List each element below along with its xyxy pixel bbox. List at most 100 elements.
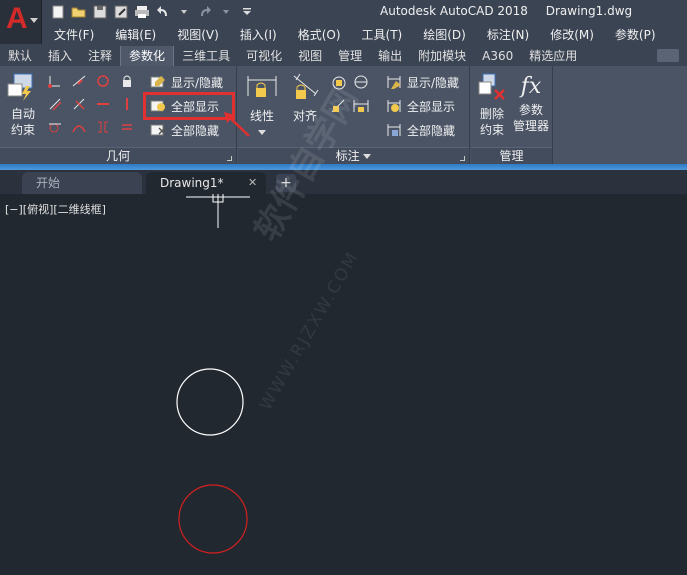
tab-parametric[interactable]: 参数化 bbox=[120, 46, 175, 66]
dimension-show-hide-button[interactable]: 显示/隐藏 bbox=[386, 72, 459, 92]
tab-drawing1[interactable]: Drawing1* ✕ bbox=[146, 172, 266, 194]
dimension-show-hide-label: 显示/隐藏 bbox=[407, 75, 460, 90]
file-tab-bar: 开始 Drawing1* ✕ + bbox=[0, 170, 687, 194]
redo-dropdown-icon[interactable] bbox=[218, 4, 234, 20]
undo-dropdown-icon[interactable] bbox=[176, 4, 192, 20]
diameter-dimension-icon[interactable] bbox=[352, 74, 370, 90]
geometry-show-hide-button[interactable]: 显示/隐藏 bbox=[150, 72, 223, 92]
geometry-hide-all-label: 全部隐藏 bbox=[171, 123, 220, 138]
crosshair-cursor bbox=[186, 194, 250, 228]
dimension-show-all-button[interactable]: 全部显示 bbox=[386, 96, 455, 116]
geometry-hide-all-button[interactable]: 全部隐藏 bbox=[150, 120, 219, 140]
menu-insert[interactable]: 插入(I) bbox=[228, 25, 286, 45]
tab-addins[interactable]: 附加模块 bbox=[410, 46, 474, 66]
smooth-icon[interactable] bbox=[72, 120, 86, 134]
undo-icon[interactable] bbox=[155, 4, 171, 20]
menu-bar: 文件(F) 编辑(E) 视图(V) 插入(I) 格式(O) 工具(T) 绘图(D… bbox=[42, 25, 665, 45]
menu-tools[interactable]: 工具(T) bbox=[350, 25, 412, 45]
redo-icon[interactable] bbox=[197, 4, 213, 20]
menu-view[interactable]: 视图(V) bbox=[165, 25, 228, 45]
tab-featured-apps[interactable]: 精选应用 bbox=[521, 46, 585, 66]
menu-edit[interactable]: 编辑(E) bbox=[103, 25, 165, 45]
menu-dimension[interactable]: 标注(N) bbox=[475, 25, 538, 45]
symmetric-icon[interactable] bbox=[96, 120, 110, 134]
drawing-canvas[interactable]: [−][俯视][二维线框] 软件自学网 WWW.RJZXW.COM bbox=[0, 81, 687, 575]
equal-icon[interactable] bbox=[120, 120, 134, 134]
dim-show-all-icon bbox=[387, 100, 401, 112]
collinear-icon[interactable] bbox=[72, 74, 86, 88]
title-bar: A Autodesk AutoCAD 2018 Drawing1.dwg 文件(… bbox=[0, 0, 687, 46]
print-icon[interactable] bbox=[134, 4, 150, 20]
delete-constraints-button[interactable]: 删除 约束 bbox=[475, 72, 509, 138]
document-title: Drawing1.dwg bbox=[545, 4, 633, 18]
hide-all-icon bbox=[150, 124, 166, 136]
close-icon[interactable]: ✕ bbox=[248, 172, 257, 194]
auto-constrain-label-1: 自动 bbox=[10, 107, 35, 121]
delete-label-1: 删除 bbox=[479, 107, 504, 121]
tangent-icon[interactable] bbox=[48, 120, 62, 134]
params-label-1: 参数 bbox=[518, 103, 543, 117]
vertical-icon[interactable] bbox=[120, 97, 134, 111]
red-circle[interactable] bbox=[178, 484, 248, 554]
dim-hide-all-icon bbox=[387, 124, 401, 136]
tab-a360[interactable]: A360 bbox=[474, 46, 521, 66]
ribbon-tab-bar: 默认 插入 注释 参数化 三维工具 可视化 视图 管理 输出 附加模块 A360… bbox=[0, 46, 687, 66]
dimension-panel-title[interactable]: 标注 bbox=[238, 147, 469, 164]
params-label-2: 管理器 bbox=[512, 119, 549, 133]
tab-drawing-label: Drawing1* bbox=[160, 176, 224, 190]
fx-icon: fx bbox=[520, 74, 542, 99]
geometry-panel-title[interactable]: 几何 bbox=[0, 147, 236, 164]
save-icon[interactable] bbox=[92, 4, 108, 20]
dimension-panel-title-text: 标注 bbox=[335, 149, 360, 163]
tab-view[interactable]: 视图 bbox=[290, 46, 330, 66]
concentric-icon[interactable] bbox=[96, 74, 110, 88]
app-title: Autodesk AutoCAD 2018 bbox=[380, 4, 528, 18]
horizontal-icon[interactable] bbox=[96, 97, 110, 111]
menu-parametric[interactable]: 参数(P) bbox=[603, 25, 665, 45]
menu-modify[interactable]: 修改(M) bbox=[538, 25, 603, 45]
tab-start[interactable]: 开始 bbox=[22, 172, 142, 194]
tab-manage[interactable]: 管理 bbox=[330, 46, 370, 66]
tab-default[interactable]: 默认 bbox=[0, 46, 40, 66]
open-folder-icon[interactable] bbox=[71, 4, 87, 20]
geometry-panel-title-text: 几何 bbox=[105, 149, 130, 163]
customize-qat-icon[interactable] bbox=[239, 4, 255, 20]
tab-insert[interactable]: 插入 bbox=[40, 46, 80, 66]
parameters-manager-button[interactable]: fx 参数 管理器 bbox=[511, 72, 551, 134]
tab-visualize[interactable]: 可视化 bbox=[238, 46, 290, 66]
autocad-logo-icon: A bbox=[6, 2, 28, 35]
ribbon-minimize-toggle[interactable] bbox=[657, 49, 679, 62]
tab-3d-tools[interactable]: 三维工具 bbox=[174, 46, 238, 66]
delete-label-2: 约束 bbox=[479, 123, 504, 137]
dim-show-hide-icon bbox=[387, 76, 401, 89]
auto-constrain-label-2: 约束 bbox=[10, 123, 35, 137]
parallel-icon[interactable] bbox=[48, 97, 62, 111]
menu-format[interactable]: 格式(O) bbox=[286, 25, 350, 45]
tab-output[interactable]: 输出 bbox=[370, 46, 410, 66]
window-title: Autodesk AutoCAD 2018 Drawing1.dwg bbox=[380, 4, 646, 18]
menu-draw[interactable]: 绘图(D) bbox=[411, 25, 475, 45]
manage-panel-title-text: 管理 bbox=[499, 149, 524, 163]
linear-dimension-icon bbox=[247, 76, 277, 97]
drawing-area-svg bbox=[176, 194, 250, 554]
auto-constrain-button[interactable]: 自动 约束 bbox=[4, 72, 42, 138]
panel-launcher-icon[interactable] bbox=[227, 156, 232, 161]
tab-annotate[interactable]: 注释 bbox=[80, 46, 120, 66]
coincident-icon[interactable] bbox=[48, 74, 62, 88]
dimension-show-all-label: 全部显示 bbox=[407, 99, 456, 114]
linear-dropdown-icon[interactable] bbox=[258, 130, 266, 136]
save-as-icon[interactable] bbox=[113, 4, 129, 20]
white-circle[interactable] bbox=[176, 368, 244, 436]
highlight-arrow-icon bbox=[224, 112, 250, 137]
menu-file[interactable]: 文件(F) bbox=[42, 25, 103, 45]
new-file-icon[interactable] bbox=[50, 4, 66, 20]
geometry-show-hide-label: 显示/隐藏 bbox=[171, 75, 224, 90]
application-menu-button[interactable]: A bbox=[0, 0, 42, 44]
dimension-panel-dropdown-icon[interactable] bbox=[363, 154, 372, 160]
dimension-panel-launcher-icon[interactable] bbox=[460, 156, 465, 161]
chevron-down-icon bbox=[30, 18, 38, 23]
fix-icon[interactable] bbox=[120, 74, 134, 88]
perpendicular-icon[interactable] bbox=[72, 97, 86, 111]
tab-start-label: 开始 bbox=[36, 176, 61, 190]
dimension-hide-all-button[interactable]: 全部隐藏 bbox=[386, 120, 455, 140]
